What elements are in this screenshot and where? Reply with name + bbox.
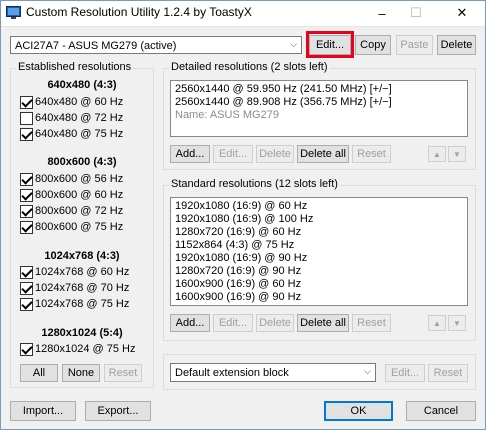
close-icon: ✕ xyxy=(456,5,468,20)
extension-select-value: Default extension block xyxy=(175,367,289,379)
detailed-title: Detailed resolutions (2 slots left) xyxy=(169,61,330,73)
list-item-name[interactable]: Name: ASUS MG279 xyxy=(175,109,279,121)
checkbox-label: 640x480 @ 72 Hz xyxy=(35,112,124,124)
delete-monitor-button[interactable]: Delete xyxy=(437,35,476,55)
chevron-down-icon: ⌵ xyxy=(290,39,297,49)
detailed-delete-button[interactable]: Delete xyxy=(256,145,294,163)
list-item[interactable]: 1600x900 (16:9) @ 60 Hz xyxy=(175,278,301,290)
checkbox-1024x768-70[interactable] xyxy=(20,282,33,295)
standard-add-button[interactable]: Add... xyxy=(170,314,210,332)
checkbox-label: 1024x768 @ 60 Hz xyxy=(35,266,130,278)
all-button[interactable]: All xyxy=(20,364,58,382)
standard-delete-all-button[interactable]: Delete all xyxy=(297,314,349,332)
checkbox-1024x768-75[interactable] xyxy=(20,298,33,311)
checkbox-800x600-56[interactable] xyxy=(20,173,33,186)
standard-reset-button[interactable]: Reset xyxy=(352,314,391,332)
arrow-down-icon: ▼ xyxy=(453,149,461,159)
checkbox-800x600-72[interactable] xyxy=(20,205,33,218)
checkbox-label: 1024x768 @ 70 Hz xyxy=(35,282,130,294)
checkbox-label: 800x600 @ 56 Hz xyxy=(35,173,124,185)
checkbox-label: 800x600 @ 60 Hz xyxy=(35,189,124,201)
list-item[interactable]: 1280x720 (16:9) @ 90 Hz xyxy=(175,265,301,277)
minimize-icon: – xyxy=(378,5,386,21)
list-item[interactable]: 2560x1440 @ 59.950 Hz (241.50 MHz) [+/−] xyxy=(175,83,392,95)
detailed-reset-button[interactable]: Reset xyxy=(352,145,391,163)
checkbox-label: 640x480 @ 60 Hz xyxy=(35,96,124,108)
checkbox-label: 1280x1024 @ 75 Hz xyxy=(35,343,136,355)
list-item[interactable]: 1600x900 (16:9) @ 90 Hz xyxy=(175,291,301,303)
detailed-move-down-button[interactable]: ▼ xyxy=(448,146,466,162)
list-item[interactable]: 1920x1080 (16:9) @ 60 Hz xyxy=(175,200,307,212)
detailed-add-button[interactable]: Add... xyxy=(170,145,210,163)
paste-button[interactable]: Paste xyxy=(396,35,433,55)
list-item[interactable]: 1920x1080 (16:9) @ 90 Hz xyxy=(175,252,307,264)
extension-edit-button[interactable]: Edit... xyxy=(385,364,425,382)
export-button[interactable]: Export... xyxy=(85,401,151,421)
app-icon xyxy=(6,6,21,19)
checkbox-label: 800x600 @ 75 Hz xyxy=(35,221,124,233)
close-button[interactable]: ✕ xyxy=(442,0,482,26)
group-header: 800x600 (4:3) xyxy=(47,156,117,168)
ok-button[interactable]: OK xyxy=(324,401,393,421)
checkbox-640x480-75[interactable] xyxy=(20,128,33,141)
group-header: 1024x768 (4:3) xyxy=(44,250,120,262)
extension-select[interactable]: Default extension block ⌵ xyxy=(170,363,376,382)
standard-move-down-button[interactable]: ▼ xyxy=(448,315,466,331)
standard-edit-button[interactable]: Edit... xyxy=(213,314,253,332)
maximize-icon: ☐ xyxy=(410,5,422,20)
group-header: 640x480 (4:3) xyxy=(47,79,117,91)
list-item[interactable]: 1920x1080 (16:9) @ 100 Hz xyxy=(175,213,313,225)
detailed-edit-button[interactable]: Edit... xyxy=(213,145,253,163)
detailed-move-up-button[interactable]: ▲ xyxy=(428,146,446,162)
copy-button[interactable]: Copy xyxy=(355,35,391,55)
checkbox-label: 1024x768 @ 75 Hz xyxy=(35,298,130,310)
import-button[interactable]: Import... xyxy=(10,401,76,421)
none-button[interactable]: None xyxy=(62,364,100,382)
chevron-down-icon: ⌵ xyxy=(364,366,371,376)
checkbox-640x480-72[interactable] xyxy=(20,112,33,125)
cancel-button[interactable]: Cancel xyxy=(406,401,476,421)
established-title: Established resolutions xyxy=(16,61,134,73)
window-title: Custom Resolution Utility 1.2.4 by Toast… xyxy=(26,5,252,19)
checkbox-800x600-75[interactable] xyxy=(20,221,33,234)
checkbox-640x480-60[interactable] xyxy=(20,96,33,109)
arrow-up-icon: ▲ xyxy=(433,149,441,159)
extension-reset-button[interactable]: Reset xyxy=(428,364,468,382)
maximize-button[interactable]: ☐ xyxy=(396,0,436,26)
standard-title: Standard resolutions (12 slots left) xyxy=(169,178,340,190)
checkbox-1280x1024-75[interactable] xyxy=(20,343,33,356)
checkbox-800x600-60[interactable] xyxy=(20,189,33,202)
checkbox-label: 640x480 @ 75 Hz xyxy=(35,128,124,140)
established-reset-button[interactable]: Reset xyxy=(104,364,142,382)
monitor-select-value: ACI27A7 - ASUS MG279 (active) xyxy=(15,40,177,52)
monitor-select[interactable]: ACI27A7 - ASUS MG279 (active) ⌵ xyxy=(10,36,302,54)
standard-delete-button[interactable]: Delete xyxy=(256,314,294,332)
detailed-delete-all-button[interactable]: Delete all xyxy=(297,145,349,163)
standard-list[interactable]: 1920x1080 (16:9) @ 60 Hz 1920x1080 (16:9… xyxy=(170,197,468,306)
checkbox-label: 800x600 @ 72 Hz xyxy=(35,205,124,217)
edit-monitor-button[interactable]: Edit... xyxy=(309,35,351,55)
list-item[interactable]: 1152x864 (4:3) @ 75 Hz xyxy=(175,239,294,251)
group-header: 1280x1024 (5:4) xyxy=(41,327,123,339)
arrow-up-icon: ▲ xyxy=(433,318,441,328)
standard-move-up-button[interactable]: ▲ xyxy=(428,315,446,331)
checkbox-1024x768-60[interactable] xyxy=(20,266,33,279)
list-item[interactable]: 1280x720 (16:9) @ 60 Hz xyxy=(175,226,301,238)
arrow-down-icon: ▼ xyxy=(453,318,461,328)
list-item[interactable]: 2560x1440 @ 89.908 Hz (356.75 MHz) [+/−] xyxy=(175,96,392,108)
detailed-list[interactable]: 2560x1440 @ 59.950 Hz (241.50 MHz) [+/−]… xyxy=(170,80,468,137)
